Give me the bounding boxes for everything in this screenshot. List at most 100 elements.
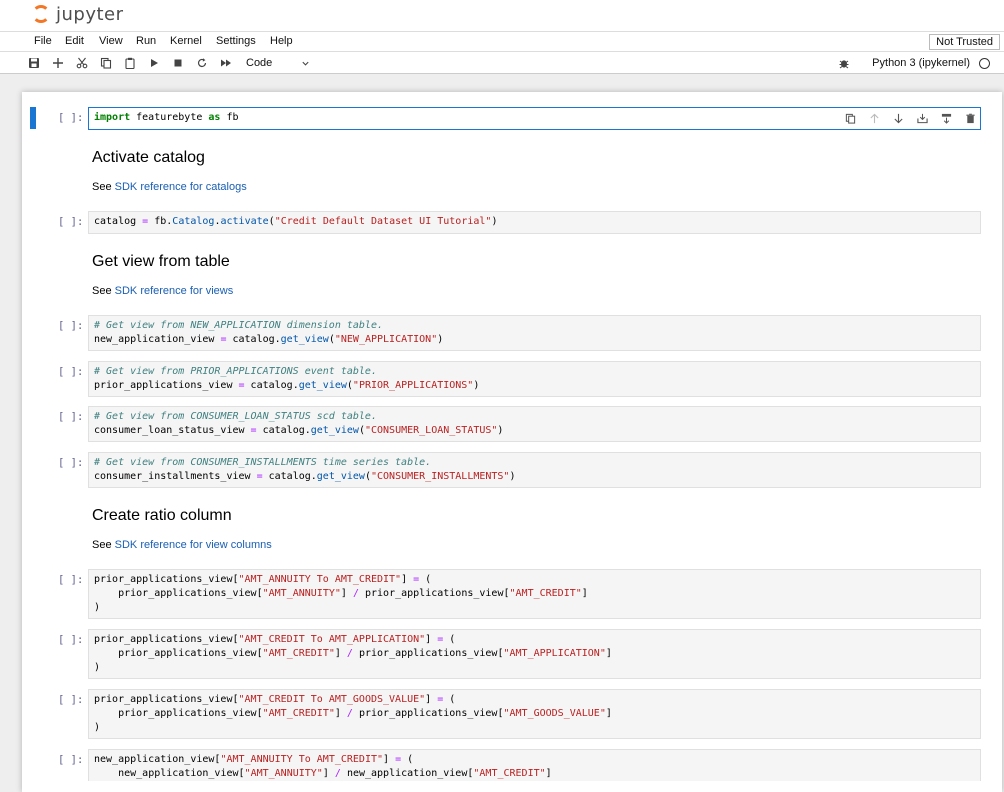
sdk-reference-link[interactable]: SDK reference for view columns	[115, 539, 272, 551]
code-token: catalog.	[244, 380, 299, 391]
menu-view[interactable]: View	[99, 35, 123, 47]
code-token: get_view	[280, 334, 329, 345]
code-token: prior_applications_view	[358, 648, 498, 659]
code-cell-editor[interactable]: new_application_view["AMT_ANNUITY To AMT…	[88, 749, 981, 781]
duplicate-cell-button[interactable]	[838, 111, 862, 125]
code-token: "AMT_CREDIT To AMT_APPLICATION"	[238, 634, 426, 645]
code-token: "Credit Default Dataset UI Tutorial"	[274, 216, 492, 227]
code-token: get_view	[298, 380, 347, 391]
code-token: prior_applications_view	[358, 708, 498, 719]
insert-below-icon	[941, 113, 951, 124]
code-token: new_application_view	[346, 768, 468, 779]
code-cell-editor[interactable]: # Get view from CONSUMER_LOAN_STATUS scd…	[88, 406, 981, 442]
jupyter-logo[interactable]: jupyter	[32, 2, 124, 26]
code-token: "AMT_ANNUITY"	[262, 588, 341, 599]
menu-file[interactable]: File	[34, 35, 52, 47]
code-token: )	[497, 425, 504, 436]
cell-prompt: [ ]:	[58, 457, 84, 469]
arrow-down-icon	[893, 113, 903, 123]
scissors-icon	[76, 57, 88, 69]
code-token: Catalog	[172, 216, 215, 227]
restart-kernel-button[interactable]	[194, 55, 210, 71]
code-cell-editor[interactable]: # Get view from CONSUMER_INSTALLMENTS ti…	[88, 452, 981, 488]
code-token: "AMT_GOODS_VALUE"	[503, 708, 606, 719]
code-cell-editor[interactable]: # Get view from PRIOR_APPLICATIONS event…	[88, 361, 981, 397]
code-token: prior_applications_view	[118, 588, 257, 599]
code-cell-editor[interactable]: prior_applications_view["AMT_CREDIT To A…	[88, 689, 981, 739]
sdk-reference-link[interactable]: SDK reference for views	[115, 285, 234, 297]
paragraph-text: See	[92, 285, 115, 297]
code-token: activate	[220, 216, 269, 227]
code-token: catalog.	[226, 334, 281, 345]
clipboard-icon	[125, 57, 135, 69]
code-comment: # Get view from NEW_APPLICATION dimensio…	[94, 320, 383, 331]
move-up-button[interactable]	[862, 111, 886, 125]
cell-type-select[interactable]: Code	[240, 55, 312, 71]
sdk-reference-link[interactable]: SDK reference for catalogs	[115, 181, 247, 193]
code-comment: # Get view from CONSUMER_INSTALLMENTS ti…	[94, 457, 432, 468]
code-token: featurebyte	[130, 112, 209, 123]
paragraph-text: See	[92, 181, 115, 193]
restart-run-all-button[interactable]	[218, 55, 234, 71]
kernel-name[interactable]: Python 3 (ipykernel)	[872, 57, 970, 69]
paste-button[interactable]	[122, 55, 138, 71]
jupyter-logo-icon	[32, 5, 50, 23]
chevron-down-icon	[302, 61, 309, 66]
menu-edit[interactable]: Edit	[65, 35, 84, 47]
code-token: prior_applications_view	[94, 574, 233, 585]
code-token: new_application_view	[118, 768, 239, 779]
cell-prompt: [ ]:	[58, 320, 84, 332]
code-token: "AMT_ANNUITY To AMT_CREDIT"	[238, 574, 402, 585]
code-cell-editor[interactable]: prior_applications_view["AMT_CREDIT To A…	[88, 629, 981, 679]
menu-kernel[interactable]: Kernel	[170, 35, 202, 47]
code-token: "AMT_CREDIT"	[509, 588, 582, 599]
cell-prompt: [ ]:	[58, 216, 84, 228]
move-down-button[interactable]	[886, 111, 910, 125]
code-token: prior_applications_view	[94, 380, 239, 391]
menu-help[interactable]: Help	[270, 35, 293, 47]
code-cell-editor[interactable]: prior_applications_view["AMT_ANNUITY To …	[88, 569, 981, 619]
code-token: "PRIOR_APPLICATIONS"	[352, 380, 474, 391]
copy-icon	[845, 113, 855, 124]
copy-button[interactable]	[98, 55, 114, 71]
interrupt-kernel-button[interactable]	[170, 55, 186, 71]
insert-above-icon	[916, 113, 928, 123]
markdown-paragraph: See SDK reference for catalogs	[92, 181, 247, 193]
code-token: import	[94, 112, 131, 123]
delete-cell-button[interactable]	[958, 111, 982, 125]
cut-button[interactable]	[74, 55, 90, 71]
code-cell-editor[interactable]: catalog = fb.Catalog.activate("Credit De…	[88, 211, 981, 234]
cell-prompt: [ ]:	[58, 366, 84, 378]
code-token: get_view	[310, 425, 359, 436]
top-bar: jupyter	[0, 0, 1004, 31]
debugger-icon[interactable]	[838, 57, 850, 69]
menu-run[interactable]: Run	[136, 35, 156, 47]
code-token: new_application_view	[94, 334, 221, 345]
menu-settings[interactable]: Settings	[216, 35, 256, 47]
code-token: "AMT_APPLICATION"	[503, 648, 606, 659]
trust-indicator-button[interactable]: Not Trusted	[929, 34, 1000, 50]
markdown-heading: Get view from table	[92, 253, 230, 270]
code-cell-editor[interactable]: # Get view from NEW_APPLICATION dimensio…	[88, 315, 981, 351]
code-token: )	[509, 471, 516, 482]
cell-type-value: Code	[246, 57, 273, 69]
trash-icon	[965, 113, 975, 123]
menu-bar: File Edit View Run Kernel Settings Help …	[0, 31, 1004, 52]
save-button[interactable]	[26, 55, 42, 71]
insert-below-button[interactable]	[934, 111, 958, 125]
insert-cell-button[interactable]	[50, 55, 66, 71]
insert-above-button[interactable]	[910, 111, 934, 125]
code-token: prior_applications_view	[94, 634, 233, 645]
code-token: "AMT_CREDIT To AMT_GOODS_VALUE"	[238, 694, 426, 705]
code-token: "CONSUMER_INSTALLMENTS"	[370, 471, 510, 482]
code-token: consumer_loan_status_view	[94, 425, 251, 436]
copy-icon	[100, 57, 112, 69]
run-cell-button[interactable]	[146, 55, 162, 71]
fast-forward-icon	[221, 59, 231, 67]
cell-prompt: [ ]:	[58, 694, 84, 706]
code-token: "AMT_ANNUITY To AMT_CREDIT"	[220, 754, 384, 765]
